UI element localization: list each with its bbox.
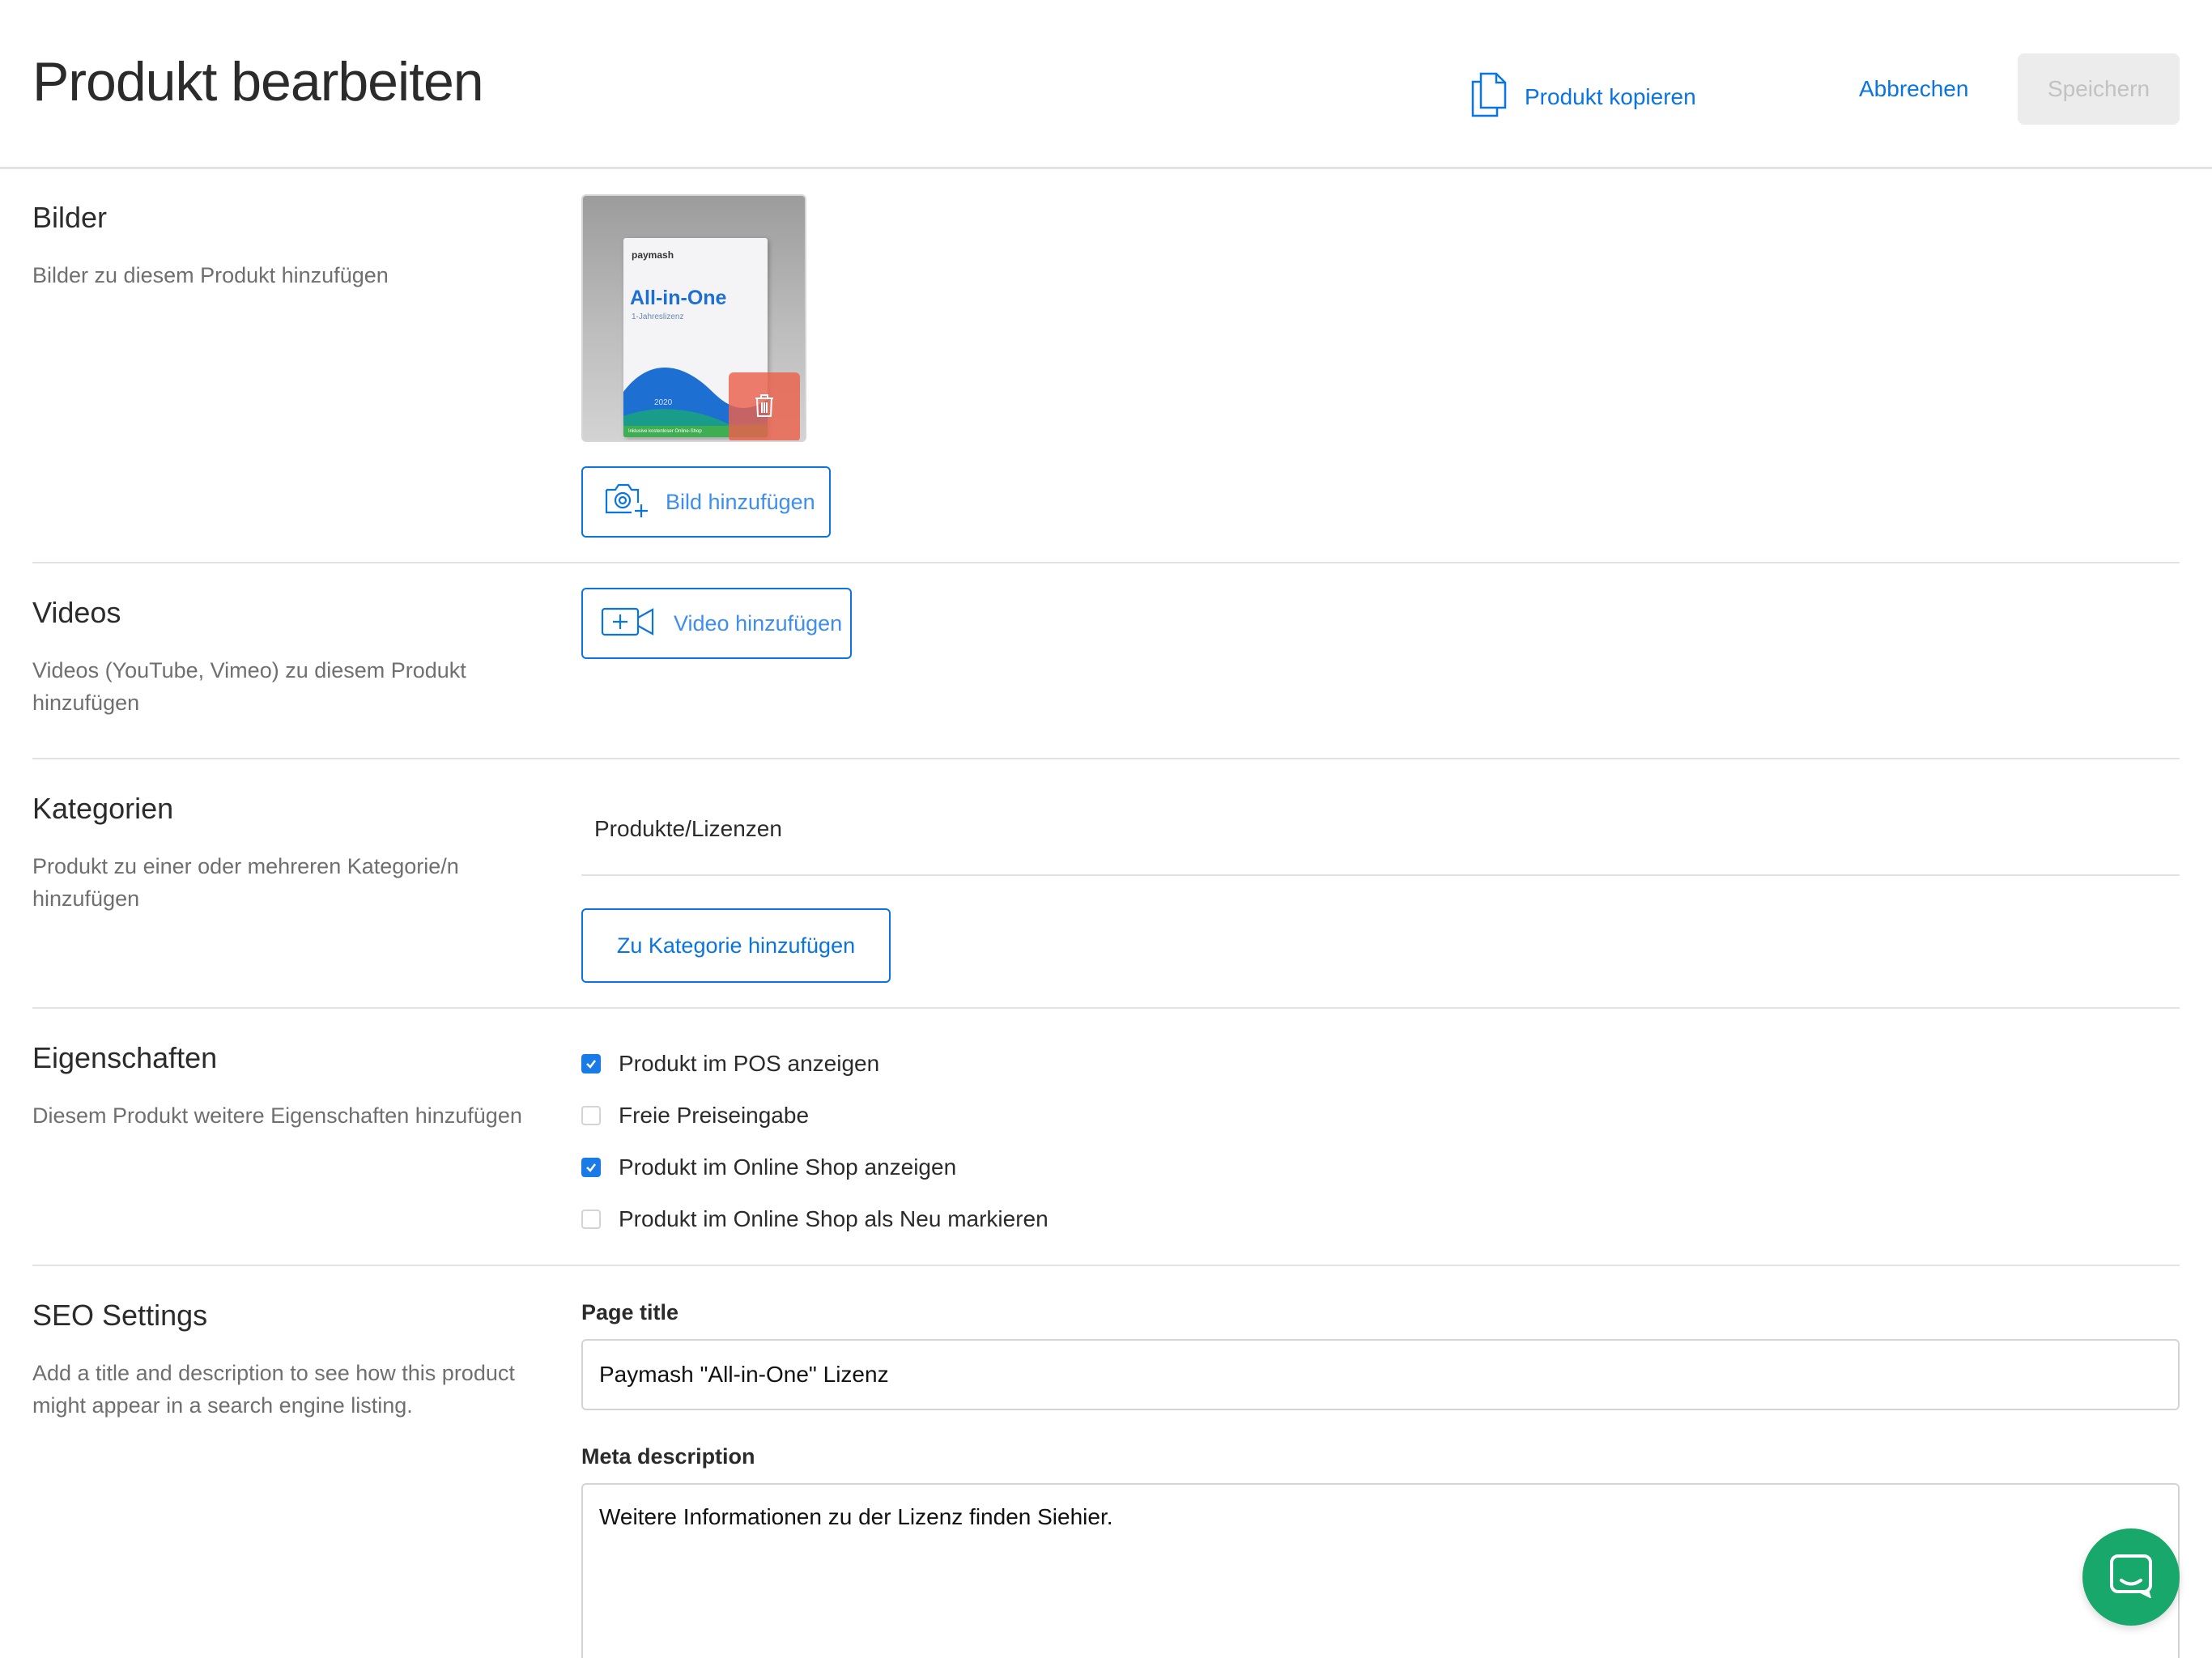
product-box-year: 2020 <box>654 398 673 407</box>
checkbox-mark-as-new[interactable]: Produkt im Online Shop als Neu markieren <box>581 1206 1049 1232</box>
videos-section-title: Videos <box>32 596 121 629</box>
add-to-category-button[interactable]: Zu Kategorie hinzufügen <box>581 908 891 983</box>
video-add-icon <box>601 606 654 642</box>
checkbox-show-in-online-shop[interactable]: Produkt im Online Shop anzeigen <box>581 1154 956 1180</box>
copy-icon <box>1470 71 1508 122</box>
properties-section-title: Eigenschaften <box>32 1041 218 1074</box>
meta-description-label: Meta description <box>581 1444 755 1469</box>
product-image-thumbnail[interactable]: paymash All-in-One 1-Jahreslizenz 2020 I… <box>581 194 806 442</box>
checkbox-label: Produkt im Online Shop anzeigen <box>619 1154 957 1180</box>
page-title-input[interactable] <box>581 1339 2180 1410</box>
product-box-brand: paymash <box>632 249 674 261</box>
check-icon <box>586 1163 596 1172</box>
page-header: Produkt bearbeiten Produkt kopieren Abbr… <box>0 0 2212 169</box>
checkbox-free-price-input[interactable]: Freie Preiseingabe <box>581 1103 809 1129</box>
checkbox-label: Produkt im POS anzeigen <box>619 1051 880 1076</box>
checkbox-label: Freie Preiseingabe <box>619 1103 810 1128</box>
meta-description-input[interactable]: Weitere Informationen zu der Lizenz find… <box>581 1483 2180 1658</box>
images-section-title: Bilder <box>32 201 108 234</box>
add-image-button[interactable]: Bild hinzufügen <box>581 466 831 538</box>
copy-product-button[interactable]: Produkt kopieren <box>1470 71 1696 122</box>
trash-icon <box>754 393 775 422</box>
section-divider <box>32 1265 2180 1266</box>
checkbox-show-in-pos[interactable]: Produkt im POS anzeigen <box>581 1051 879 1077</box>
seo-section-title: SEO Settings <box>32 1299 208 1332</box>
product-box-name: All-in-One <box>630 287 727 309</box>
product-box-subtitle: 1-Jahreslizenz <box>632 312 684 321</box>
section-divider <box>32 1007 2180 1009</box>
chat-button[interactable] <box>2082 1528 2180 1626</box>
delete-image-button[interactable] <box>729 372 800 440</box>
category-divider <box>581 874 2180 876</box>
add-video-label: Video hinzufügen <box>674 610 843 636</box>
page-title: Produkt bearbeiten <box>32 51 484 113</box>
checkbox-checked[interactable] <box>581 1158 601 1177</box>
properties-section-description: Diesem Produkt weitere Eigenschaften hin… <box>32 1103 522 1128</box>
categories-section-description: Produkt zu einer oder mehreren Kategorie… <box>32 854 459 911</box>
chat-icon <box>2108 1553 2154 1602</box>
camera-add-icon <box>604 482 651 523</box>
seo-section-description: Add a title and description to see how t… <box>32 1361 515 1418</box>
checkbox-unchecked[interactable] <box>581 1106 601 1125</box>
images-section-description: Bilder zu diesem Produkt hinzufügen <box>32 263 389 287</box>
category-item: Produkte/Lizenzen <box>594 816 782 841</box>
categories-section-title: Kategorien <box>32 792 174 825</box>
page-title-label: Page title <box>581 1300 679 1324</box>
save-button[interactable]: Speichern <box>2018 53 2180 125</box>
cancel-button[interactable]: Abbrechen <box>1859 76 1968 102</box>
checkbox-checked[interactable] <box>581 1054 601 1073</box>
section-divider <box>32 758 2180 759</box>
checkbox-label: Produkt im Online Shop als Neu markieren <box>619 1206 1049 1231</box>
videos-section-description: Videos (YouTube, Vimeo) zu diesem Produk… <box>32 658 466 715</box>
add-to-category-label: Zu Kategorie hinzufügen <box>616 933 856 958</box>
add-video-button[interactable]: Video hinzufügen <box>581 588 852 659</box>
checkbox-unchecked[interactable] <box>581 1209 601 1229</box>
section-divider <box>32 562 2180 563</box>
copy-product-label: Produkt kopieren <box>1525 83 1696 109</box>
check-icon <box>586 1060 596 1069</box>
add-image-label: Bild hinzufügen <box>666 489 815 514</box>
